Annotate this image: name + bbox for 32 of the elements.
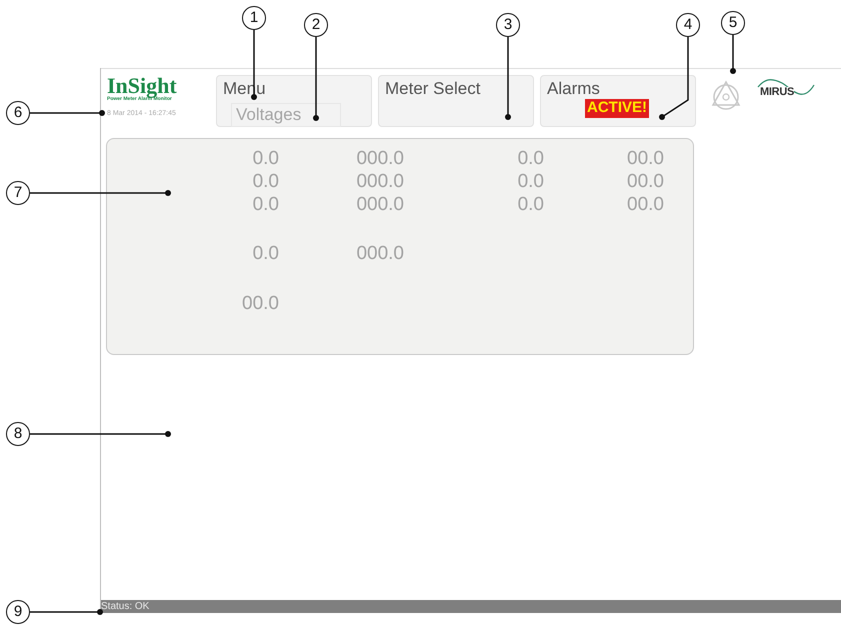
reading-value: 000.0 <box>355 149 404 171</box>
reading-value: 0.0 <box>516 195 544 217</box>
callout-number: 9 <box>6 600 30 624</box>
reading-value: 000.0 <box>355 172 404 194</box>
callout-number: 2 <box>304 13 328 37</box>
reading-value: 00.0 <box>626 195 664 217</box>
mirus-logo: MIRUS <box>756 79 816 103</box>
callout-number: 7 <box>6 181 30 205</box>
callout-number: 4 <box>676 13 700 37</box>
reading-value: 0.0 <box>252 244 279 266</box>
callout-number: 5 <box>721 11 745 35</box>
reading-value: 000.0 <box>355 195 404 217</box>
reading-value: 000.0 <box>355 244 404 266</box>
status-text: Status: OK <box>101 602 150 612</box>
reading-value: 00.0 <box>241 294 279 316</box>
callout-number: 8 <box>6 422 30 446</box>
reading-value: 00.0 <box>626 172 664 194</box>
reading-value: 00.0 <box>626 149 664 171</box>
reading-value: 0.0 <box>516 172 544 194</box>
callout-number: 1 <box>242 6 266 30</box>
reading-value: 0.0 <box>516 149 544 171</box>
reading-value: 0.0 <box>252 172 279 194</box>
leader-line <box>730 35 736 74</box>
insight-logo: InSight <box>107 75 178 97</box>
callout-number: 3 <box>496 13 520 37</box>
triangle-logo-icon <box>710 79 742 111</box>
alarms-button[interactable]: Alarms ACTIVE! <box>540 75 696 127</box>
reading-value: 0.0 <box>252 149 279 171</box>
meter-select-button[interactable]: Meter Select <box>378 75 534 127</box>
callout-number: 6 <box>6 101 30 125</box>
active-badge: ACTIVE! <box>585 99 649 118</box>
reading-value: 0.0 <box>252 195 279 217</box>
